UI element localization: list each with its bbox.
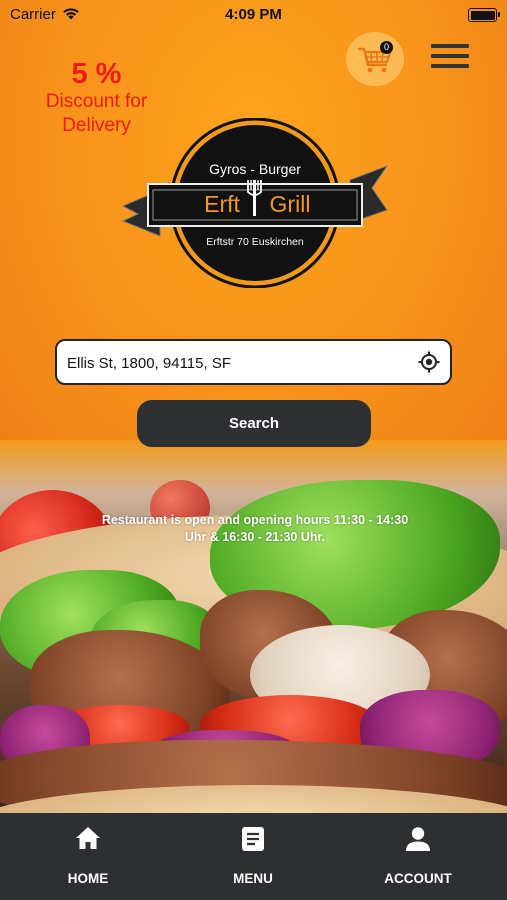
tab-home[interactable]: HOME xyxy=(28,813,148,900)
cart-count-badge: 0 xyxy=(380,41,393,54)
bottom-tab-bar: HOME MENU ACCOUNT xyxy=(0,813,507,900)
location-target-icon[interactable] xyxy=(418,351,440,378)
logo-top-text: Gyros - Burger xyxy=(209,161,301,177)
logo-address: Erftstr 70 Euskirchen xyxy=(206,236,304,248)
kebab-photo xyxy=(0,440,507,813)
menu-list-icon xyxy=(242,827,264,851)
address-search-field[interactable] xyxy=(55,339,452,385)
cart-button[interactable]: 0 xyxy=(346,32,404,86)
tab-account-label: ACCOUNT xyxy=(384,871,452,886)
battery-icon xyxy=(468,8,500,22)
tab-account[interactable]: ACCOUNT xyxy=(358,813,478,900)
home-icon xyxy=(76,827,100,849)
hamburger-menu-icon xyxy=(431,44,469,48)
search-button[interactable]: Search xyxy=(137,400,371,447)
hamburger-menu-button[interactable] xyxy=(431,44,469,72)
clock: 4:09 PM xyxy=(225,6,282,23)
account-icon xyxy=(406,827,430,851)
logo-name-left: Erft xyxy=(204,191,240,217)
opening-hours-notice: Restaurant is open and opening hours 11:… xyxy=(90,512,420,546)
erft-grill-logo: Gyros - Burger Erft Grill Erftstr 70 Eus… xyxy=(120,117,390,289)
discount-line1: Discount for xyxy=(45,91,148,112)
opening-hours-line1: Restaurant is open and opening hours 11:… xyxy=(101,513,409,527)
tab-menu[interactable]: MENU xyxy=(193,813,313,900)
address-input[interactable] xyxy=(67,351,407,375)
discount-percent: 5 % xyxy=(71,58,122,90)
tab-menu-label: MENU xyxy=(233,871,273,886)
status-bar: Carrier 4:09 PM xyxy=(0,0,507,28)
opening-hours-line2: Uhr & 16:30 - 21:30 Uhr. xyxy=(184,530,326,544)
logo-name-right: Grill xyxy=(270,191,311,217)
tab-home-label: HOME xyxy=(67,871,109,886)
